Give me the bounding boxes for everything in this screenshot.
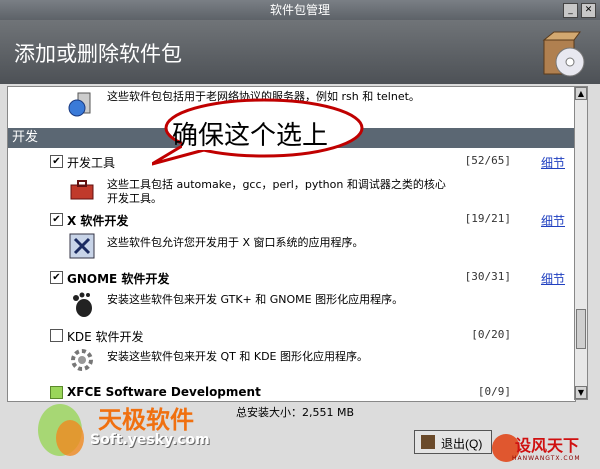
- package-name: KDE 软件开发: [67, 330, 144, 344]
- scroll-thumb[interactable]: [576, 309, 586, 349]
- exit-icon: [421, 435, 435, 449]
- package-row-kde-dev[interactable]: KDE 软件开发 [0/20]: [8, 328, 575, 344]
- watermark-yesky-cn: 天极软件: [98, 406, 194, 434]
- list-scrollbar[interactable]: ▲ ▼: [574, 86, 588, 400]
- package-name: XFCE Software Development: [67, 385, 261, 399]
- package-desc: 安装这些软件包来开发 QT 和 KDE 图形化应用程序。: [107, 350, 368, 363]
- package-count: [0/20]: [471, 328, 511, 341]
- kde-gear-icon: [71, 349, 93, 371]
- minimize-icon[interactable]: _: [563, 3, 578, 18]
- x-dev-checkbox[interactable]: ✔: [50, 213, 63, 226]
- watermark-site-cn: 设风天下: [515, 436, 580, 455]
- toolbox-icon: [70, 180, 94, 200]
- package-name: X 软件开发: [67, 214, 129, 228]
- scroll-down-icon[interactable]: ▼: [575, 386, 587, 399]
- package-name: GNOME 软件开发: [67, 272, 170, 286]
- x-window-icon: [69, 233, 95, 259]
- devtools-checkbox[interactable]: ✔: [50, 155, 63, 168]
- network-server-icon: [68, 92, 91, 117]
- quit-button[interactable]: 退出(Q): [414, 430, 492, 454]
- package-desc: 这些软件包允许您开发用于 X 窗口系统的应用程序。: [107, 236, 364, 249]
- details-link[interactable]: 细节: [541, 212, 565, 229]
- quit-label: 退出(Q): [441, 437, 483, 451]
- details-link[interactable]: 细节: [541, 270, 565, 287]
- window-title: 软件包管理: [269, 3, 330, 17]
- package-row-gnome-dev[interactable]: ✔ GNOME 软件开发 [30/31] 细节: [8, 270, 575, 286]
- package-row-x-dev[interactable]: ✔ X 软件开发 [19/21] 细节: [8, 212, 575, 228]
- details-link[interactable]: 细节: [541, 154, 565, 171]
- close-icon[interactable]: ✕: [581, 3, 596, 18]
- kde-dev-checkbox[interactable]: [50, 329, 63, 342]
- package-name: 开发工具: [67, 156, 116, 170]
- package-count: [0/9]: [477, 385, 511, 398]
- package-cd-icon: [542, 31, 585, 77]
- gnome-dev-checkbox[interactable]: ✔: [50, 271, 63, 284]
- package-desc: 安装这些软件包来开发 GTK+ 和 GNOME 图形化应用程序。: [107, 293, 404, 306]
- gnome-foot-icon: [73, 292, 92, 317]
- package-desc: 这些工具包括 automake，gcc，perl，python 和调试器之类的核…: [107, 178, 446, 205]
- total-install-size: 总安装大小：2,551 MB: [236, 406, 355, 419]
- watermark-yesky-url: Soft.yesky.com: [90, 432, 210, 448]
- page-title: 添加或删除软件包: [14, 42, 182, 66]
- callout-text: 确保这个选上: [172, 121, 329, 151]
- window-titlebar: 软件包管理 _ ✕: [0, 0, 600, 20]
- package-count: [52/65]: [464, 154, 511, 167]
- watermark-site-url: HANWANGTX.COM: [512, 455, 581, 462]
- package-count: [19/21]: [464, 212, 511, 225]
- header-banner: 添加或删除软件包: [0, 20, 600, 84]
- package-count: [30/31]: [464, 270, 511, 283]
- scroll-up-icon[interactable]: ▲: [575, 87, 587, 100]
